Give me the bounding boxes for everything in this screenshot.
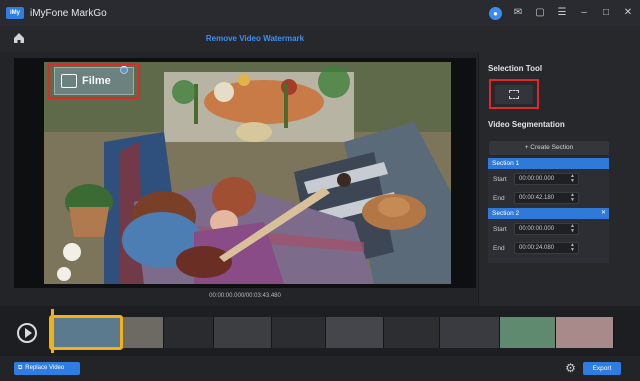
section-1-start-input[interactable]: 00:00:00.000 ▲ ▼ bbox=[514, 173, 579, 185]
timeline-frame bbox=[164, 317, 214, 348]
section-1-end-input[interactable]: 00:00:42.180 ▲ ▼ bbox=[514, 192, 579, 204]
timeline-frame bbox=[214, 317, 272, 348]
replace-video-label: Replace Video bbox=[25, 365, 65, 371]
replace-video-button[interactable]: ⧉ Replace Video bbox=[14, 362, 80, 375]
timeline-playhead[interactable] bbox=[51, 309, 54, 353]
watermark-overlay: Filme bbox=[54, 67, 134, 95]
watermark-text: Filme bbox=[82, 75, 111, 87]
stepper-icon[interactable]: ▲ ▼ bbox=[570, 193, 575, 203]
app-logo: iMy bbox=[6, 7, 24, 19]
timeline-frame bbox=[556, 317, 614, 348]
section-2-label: Section 2 bbox=[492, 210, 520, 217]
menu-icon[interactable]: ☰ bbox=[556, 7, 568, 19]
section-2-end-value: 00:00:24.080 bbox=[519, 245, 555, 251]
section-1-end-label: End bbox=[493, 195, 505, 202]
section-2-body: Start 00:00:00.000 ▲ ▼ End 00:00:24.080 ▲… bbox=[488, 219, 609, 263]
timeline-frame bbox=[440, 317, 500, 348]
section-1-body: Start 00:00:00.000 ▲ ▼ End 00:00:42.180 ▲… bbox=[488, 169, 609, 213]
timeline-strip[interactable] bbox=[52, 317, 614, 348]
close-icon[interactable]: ✕ bbox=[622, 7, 634, 19]
mail-icon[interactable]: ✉ bbox=[512, 7, 524, 19]
timeline[interactable] bbox=[0, 306, 640, 356]
app-window: iMy iMyFone MarkGo ● ✉ ▢ ☰ – □ ✕ Remove … bbox=[0, 0, 640, 381]
crop-icon bbox=[509, 90, 519, 99]
create-section-button[interactable]: + Create Section bbox=[489, 141, 609, 155]
play-icon bbox=[24, 328, 32, 338]
close-section-icon[interactable]: ✕ bbox=[601, 208, 606, 219]
page-title: Remove Video Watermark bbox=[205, 34, 305, 43]
section-1-start-label: Start bbox=[493, 176, 507, 183]
section-2-start-input[interactable]: 00:00:00.000 ▲ ▼ bbox=[514, 223, 579, 235]
section-2-header[interactable]: Section 2 ✕ bbox=[488, 208, 609, 219]
timeline-selection-range[interactable] bbox=[49, 315, 123, 350]
section-1-header[interactable]: Section 1 bbox=[488, 158, 609, 169]
section-2-end-label: End bbox=[493, 245, 505, 252]
app-title: iMyFone MarkGo bbox=[30, 7, 107, 19]
section-2-start-label: Start bbox=[493, 226, 507, 233]
section-2-end-input[interactable]: 00:00:24.080 ▲ ▼ bbox=[514, 242, 579, 254]
stepper-icon[interactable]: ▲ ▼ bbox=[570, 224, 575, 234]
chat-icon[interactable]: ▢ bbox=[534, 7, 546, 19]
timeline-frame bbox=[272, 317, 326, 348]
stepper-icon[interactable]: ▲ ▼ bbox=[570, 243, 575, 253]
title-bar-controls: ● ✉ ▢ ☰ – □ ✕ bbox=[489, 0, 634, 26]
play-button[interactable] bbox=[17, 323, 37, 343]
timeline-frame bbox=[500, 317, 556, 348]
minimize-icon[interactable]: – bbox=[578, 7, 590, 19]
stepper-icon[interactable]: ▲ ▼ bbox=[570, 174, 575, 184]
video-segmentation-title: Video Segmentation bbox=[488, 120, 565, 129]
replace-icon: ⧉ bbox=[18, 365, 23, 371]
selection-tool-title: Selection Tool bbox=[488, 64, 543, 73]
playback-time: 00:00:00.000/00:03:43.480 bbox=[209, 293, 281, 299]
section-2-start-value: 00:00:00.000 bbox=[519, 226, 555, 232]
timeline-frame bbox=[326, 317, 384, 348]
selection-tool-button[interactable] bbox=[495, 85, 533, 104]
title-bar: iMy iMyFone MarkGo ● ✉ ▢ ☰ – □ ✕ bbox=[0, 0, 640, 26]
maximize-icon[interactable]: □ bbox=[600, 7, 612, 19]
bottom-bar: ⧉ Replace Video ⚙ Export bbox=[0, 356, 640, 381]
timeline-frame bbox=[122, 317, 164, 348]
export-button[interactable]: Export bbox=[583, 362, 621, 375]
user-icon[interactable]: ● bbox=[489, 6, 502, 20]
watermark-logo-icon bbox=[61, 74, 77, 88]
page-header: Remove Video Watermark bbox=[0, 26, 640, 52]
section-1-label: Section 1 bbox=[492, 160, 520, 167]
section-1-end-value: 00:00:42.180 bbox=[519, 195, 555, 201]
section-1-start-value: 00:00:00.000 bbox=[519, 176, 555, 182]
gear-icon[interactable]: ⚙ bbox=[564, 362, 577, 375]
timeline-frame bbox=[384, 317, 440, 348]
